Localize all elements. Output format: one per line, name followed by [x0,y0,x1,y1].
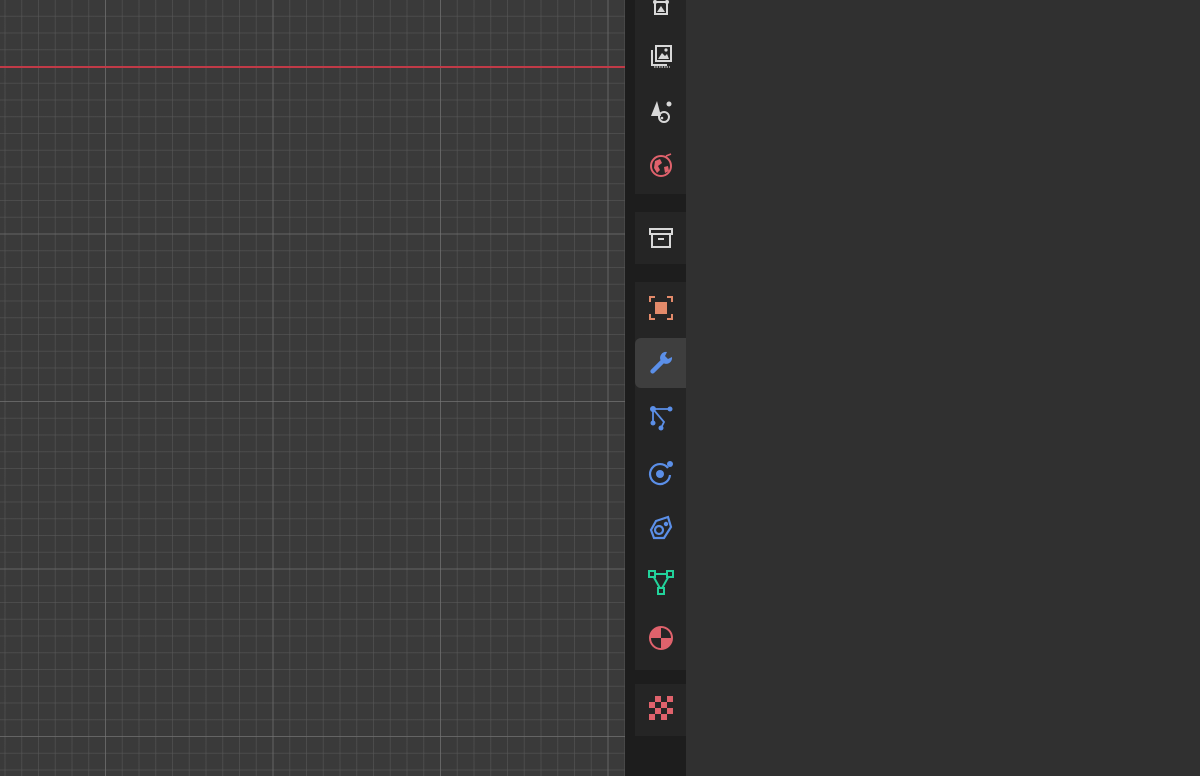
collection-icon [648,228,673,248]
output-icon [650,45,672,68]
tab-physics[interactable] [635,448,686,498]
physics-icon [648,461,673,486]
wrench-icon [649,351,672,374]
tab-world[interactable] [635,141,686,191]
tab-material[interactable] [635,613,686,663]
tab-output[interactable] [635,31,686,81]
tab-constraints[interactable] [635,503,686,553]
x-axis-line [0,66,625,68]
scene-icon [650,101,671,123]
texture-icon [648,696,673,720]
tab-texture[interactable] [635,683,686,733]
properties-editor-panel[interactable] [686,0,1200,776]
tab-scene[interactable] [635,86,686,136]
3d-viewport[interactable] [0,0,625,776]
area-separator[interactable] [625,0,635,776]
tab-modifiers[interactable] [635,338,686,388]
render-icon [652,0,669,15]
tab-collection[interactable] [635,213,686,263]
object-constraints-icon [649,515,672,540]
particles-icon [649,406,672,431]
tab-render[interactable] [635,0,686,30]
tab-particles[interactable] [635,393,686,443]
object-icon [648,296,673,320]
tab-object[interactable] [635,283,686,333]
tab-data[interactable] [635,558,686,608]
material-icon [648,626,673,650]
properties-tab-bar [635,0,686,776]
mesh-data-icon [647,570,674,595]
world-icon [649,153,672,177]
